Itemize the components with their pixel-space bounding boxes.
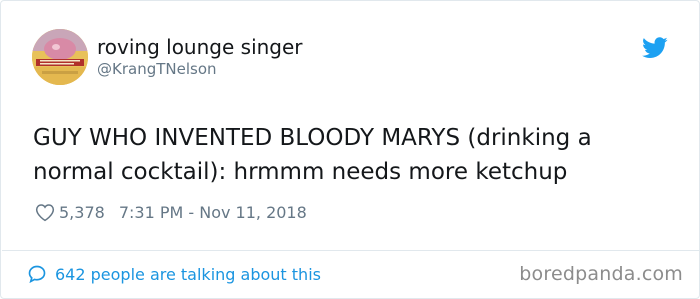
divider: [2, 250, 700, 251]
talking-link[interactable]: 642 people are talking about this: [27, 263, 321, 285]
tweet-card: roving lounge singer @KrangTNelson GUY W…: [0, 0, 700, 299]
avatar[interactable]: [32, 29, 88, 85]
like-count[interactable]: 5,378: [59, 203, 105, 222]
user-handle[interactable]: @KrangTNelson: [97, 60, 217, 78]
watermark: boredpanda.com: [519, 263, 683, 285]
tweet-text: GUY WHO INVENTED BLOODY MARYS (drinking …: [33, 125, 592, 185]
avatar-image: [32, 29, 88, 85]
timestamp[interactable]: 7:31 PM - Nov 11, 2018: [119, 203, 307, 222]
display-name[interactable]: roving lounge singer: [97, 35, 303, 59]
twitter-bird-icon[interactable]: [642, 37, 668, 59]
talking-text[interactable]: 642 people are talking about this: [55, 265, 321, 284]
tweet-meta: 5,378 7:31 PM - Nov 11, 2018: [35, 201, 307, 223]
heart-icon[interactable]: [35, 203, 55, 222]
speech-bubble-icon: [28, 265, 46, 284]
